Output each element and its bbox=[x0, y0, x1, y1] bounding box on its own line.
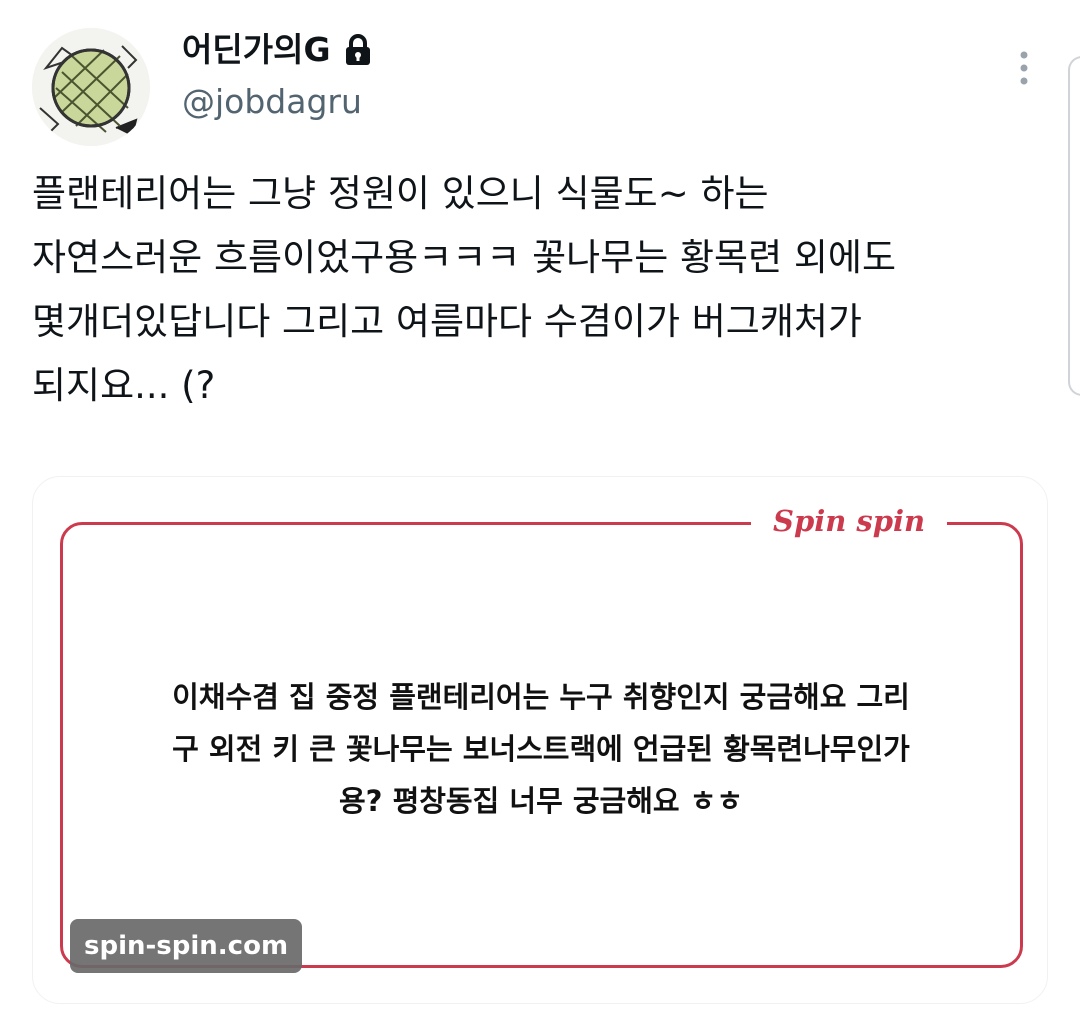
avatar-image bbox=[32, 28, 150, 146]
more-vertical-icon[interactable] bbox=[1008, 48, 1040, 88]
lock-icon bbox=[343, 33, 373, 67]
tweet-text: 플랜테리어는 그냥 정원이 있으니 식물도~ 하는 자연스러운 흐름이었구용ㅋㅋ… bbox=[32, 172, 897, 407]
author-display-name[interactable]: 어딘가의G bbox=[182, 28, 373, 72]
avatar[interactable] bbox=[32, 28, 150, 146]
brand-logo: Spin spin bbox=[751, 503, 948, 539]
question-text: 이채수겸 집 중정 플랜테리어는 누구 취향인지 궁금해요 그리 구 외전 키 … bbox=[172, 680, 910, 818]
scrollbar-edge[interactable] bbox=[1068, 56, 1080, 396]
watermark-label: spin-spin.com bbox=[70, 919, 303, 973]
attached-image[interactable]: Spin spin 이채수겸 집 중정 플랜테리어는 누구 취향인지 궁금해요 … bbox=[32, 476, 1048, 1004]
author-handle[interactable]: @jobdagru bbox=[182, 80, 362, 124]
tweet: 어딘가의G @jobdagru 플랜테리어는 그냥 정원이 있으니 식물도~ 하… bbox=[0, 0, 1080, 1014]
author-name-text: 어딘가의G bbox=[182, 30, 331, 69]
